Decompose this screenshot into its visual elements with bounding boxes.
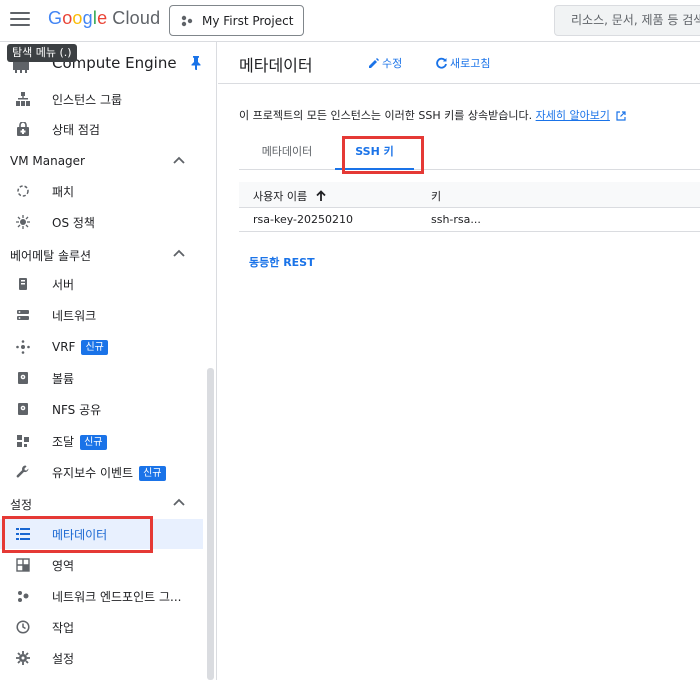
column-header-key: 키 (431, 190, 442, 203)
instance-groups-icon (15, 91, 31, 107)
metadata-icon (15, 526, 31, 542)
section-settings[interactable]: 설정 (0, 488, 203, 518)
edit-button[interactable]: 수정 (368, 55, 402, 71)
wrench-icon (15, 464, 31, 480)
sidebar-item-instance-groups[interactable]: 인스턴스 그룹 (0, 84, 203, 114)
username-cell: rsa-key-20250210 (253, 213, 353, 226)
health-check-icon (15, 121, 31, 137)
sidebar-item-patch[interactable]: 패치 (0, 176, 203, 206)
sidebar-scrollbar[interactable] (207, 368, 214, 680)
sidebar-item-procurement[interactable]: 조달 신규 (0, 426, 203, 456)
pin-icon[interactable] (190, 56, 202, 70)
navigation-menu-tooltip: 탐색 메뉴 (.) (7, 44, 77, 62)
ssh-keys-table: 사용자 이름 키 rsa-key-20250210 ssh-rsa... (239, 182, 700, 232)
network-icon (15, 307, 31, 323)
sidebar-item-os-policy[interactable]: OS 정책 (0, 207, 203, 237)
table-header: 사용자 이름 키 (239, 182, 700, 208)
sidebar-item-zones[interactable]: 영역 (0, 550, 203, 580)
vrf-icon (15, 339, 31, 355)
clock-icon (15, 619, 31, 635)
new-badge: 신규 (139, 465, 166, 481)
chevron-up-icon (173, 156, 185, 164)
hamburger-menu-icon[interactable] (10, 12, 30, 28)
sidebar-item-network[interactable]: 네트워크 (0, 300, 203, 330)
section-vm-manager[interactable]: VM Manager (0, 146, 203, 176)
page-header: 메타데이터 수정 새로고침 (218, 42, 700, 84)
volume-icon (15, 370, 31, 386)
sidebar-item-network-endpoint-groups[interactable]: 네트워크 엔드포인트 그... (0, 581, 203, 611)
sidebar-item-jobs[interactable]: 작업 (0, 612, 203, 642)
chevron-up-icon (173, 498, 185, 506)
sidebar-item-nfs-share[interactable]: NFS 공유 (0, 394, 203, 424)
tab-metadata[interactable]: 메타데이터 (239, 138, 335, 170)
chevron-up-icon (173, 249, 185, 257)
patch-icon (15, 183, 31, 199)
refresh-icon (436, 57, 447, 69)
key-cell: ssh-rsa... (431, 213, 481, 226)
sidebar: Compute Engine 인스턴스 그룹 상태 점검 VM Manager … (0, 42, 217, 680)
tab-ssh-keys[interactable]: SSH 키 (335, 138, 414, 170)
new-badge: 신규 (80, 434, 107, 450)
tab-bar: 메타데이터 SSH 키 (239, 138, 700, 170)
sidebar-item-health-checks[interactable]: 상태 점검 (0, 114, 203, 144)
ssh-keys-description: 이 프로젝트의 모든 인스턴스는 이러한 SSH 키를 상속받습니다. 자세히 … (239, 107, 627, 123)
page-title: 메타데이터 (239, 56, 313, 75)
section-baremetal[interactable]: 베어메탈 솔루션 (0, 239, 203, 269)
search-input[interactable]: 리소스, 문서, 제품 등 검색 (554, 5, 700, 36)
procurement-icon (15, 433, 31, 449)
zones-icon (15, 557, 31, 573)
top-bar: Google Cloud My First Project 리소스, 문서, 제품… (0, 0, 700, 42)
server-icon (15, 276, 31, 292)
nfs-share-icon (15, 401, 31, 417)
sidebar-item-settings[interactable]: 설정 (0, 643, 203, 673)
equivalent-rest-link[interactable]: 동등한 REST (249, 254, 315, 270)
gear-icon (15, 650, 31, 666)
sidebar-item-vrf[interactable]: VRF 신규 (0, 332, 203, 362)
refresh-button[interactable]: 새로고침 (435, 55, 490, 71)
sidebar-item-metadata[interactable]: 메타데이터 (0, 519, 203, 549)
project-icon (181, 15, 193, 26)
new-badge: 신규 (81, 339, 108, 355)
project-name: My First Project (202, 13, 294, 28)
external-link-icon (616, 111, 627, 121)
pencil-icon (369, 58, 379, 68)
google-cloud-logo[interactable]: Google Cloud (48, 8, 160, 29)
sort-arrow-up-icon (316, 190, 326, 201)
table-row[interactable]: rsa-key-20250210 ssh-rsa... (239, 208, 700, 232)
column-header-username[interactable]: 사용자 이름 (253, 188, 327, 204)
main-content: 메타데이터 수정 새로고침 이 프로젝트의 모든 인스턴스는 이러한 SSH 키… (218, 42, 700, 680)
project-selector-button[interactable]: My First Project (169, 5, 304, 36)
os-policy-icon (15, 214, 31, 230)
sidebar-item-server[interactable]: 서버 (0, 269, 203, 299)
sidebar-item-volume[interactable]: 볼륨 (0, 363, 203, 393)
network-endpoint-icon (15, 588, 31, 604)
learn-more-link[interactable]: 자세히 알아보기 (536, 109, 610, 122)
sidebar-item-maintenance-events[interactable]: 유지보수 이벤트 신규 (0, 457, 203, 487)
